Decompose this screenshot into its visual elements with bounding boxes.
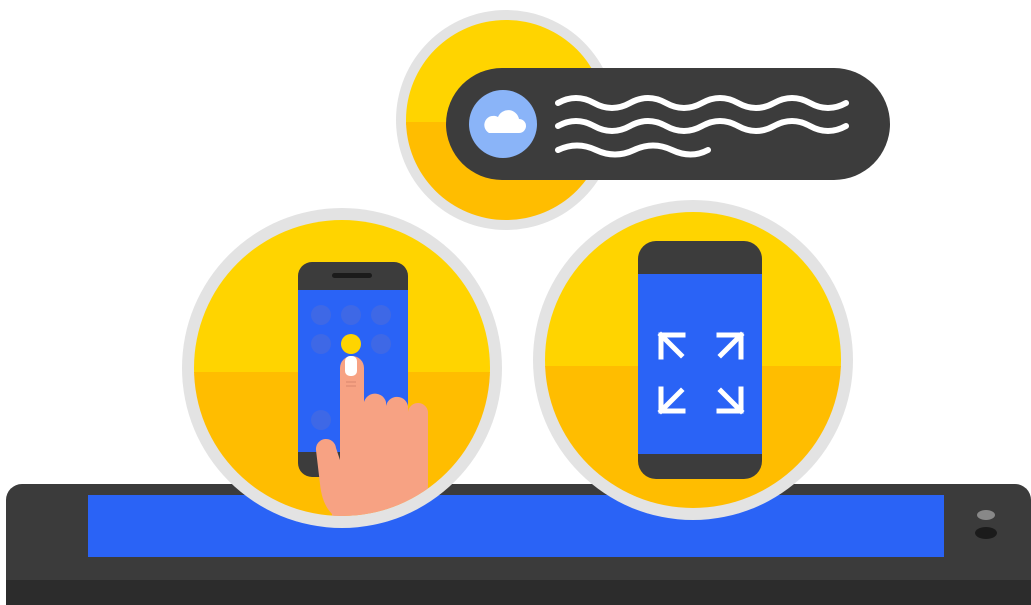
tap-point <box>341 334 361 354</box>
tablet-camera <box>975 527 997 539</box>
cloud-icon <box>469 90 537 158</box>
notification-badge <box>396 10 890 230</box>
phone <box>638 241 762 479</box>
illustration <box>6 10 1031 605</box>
tablet-screen <box>88 495 944 557</box>
tablet-device <box>6 484 1031 605</box>
fullscreen-phone-badge <box>533 200 853 520</box>
tablet-sensor <box>977 510 995 520</box>
notification-pill <box>446 68 890 180</box>
